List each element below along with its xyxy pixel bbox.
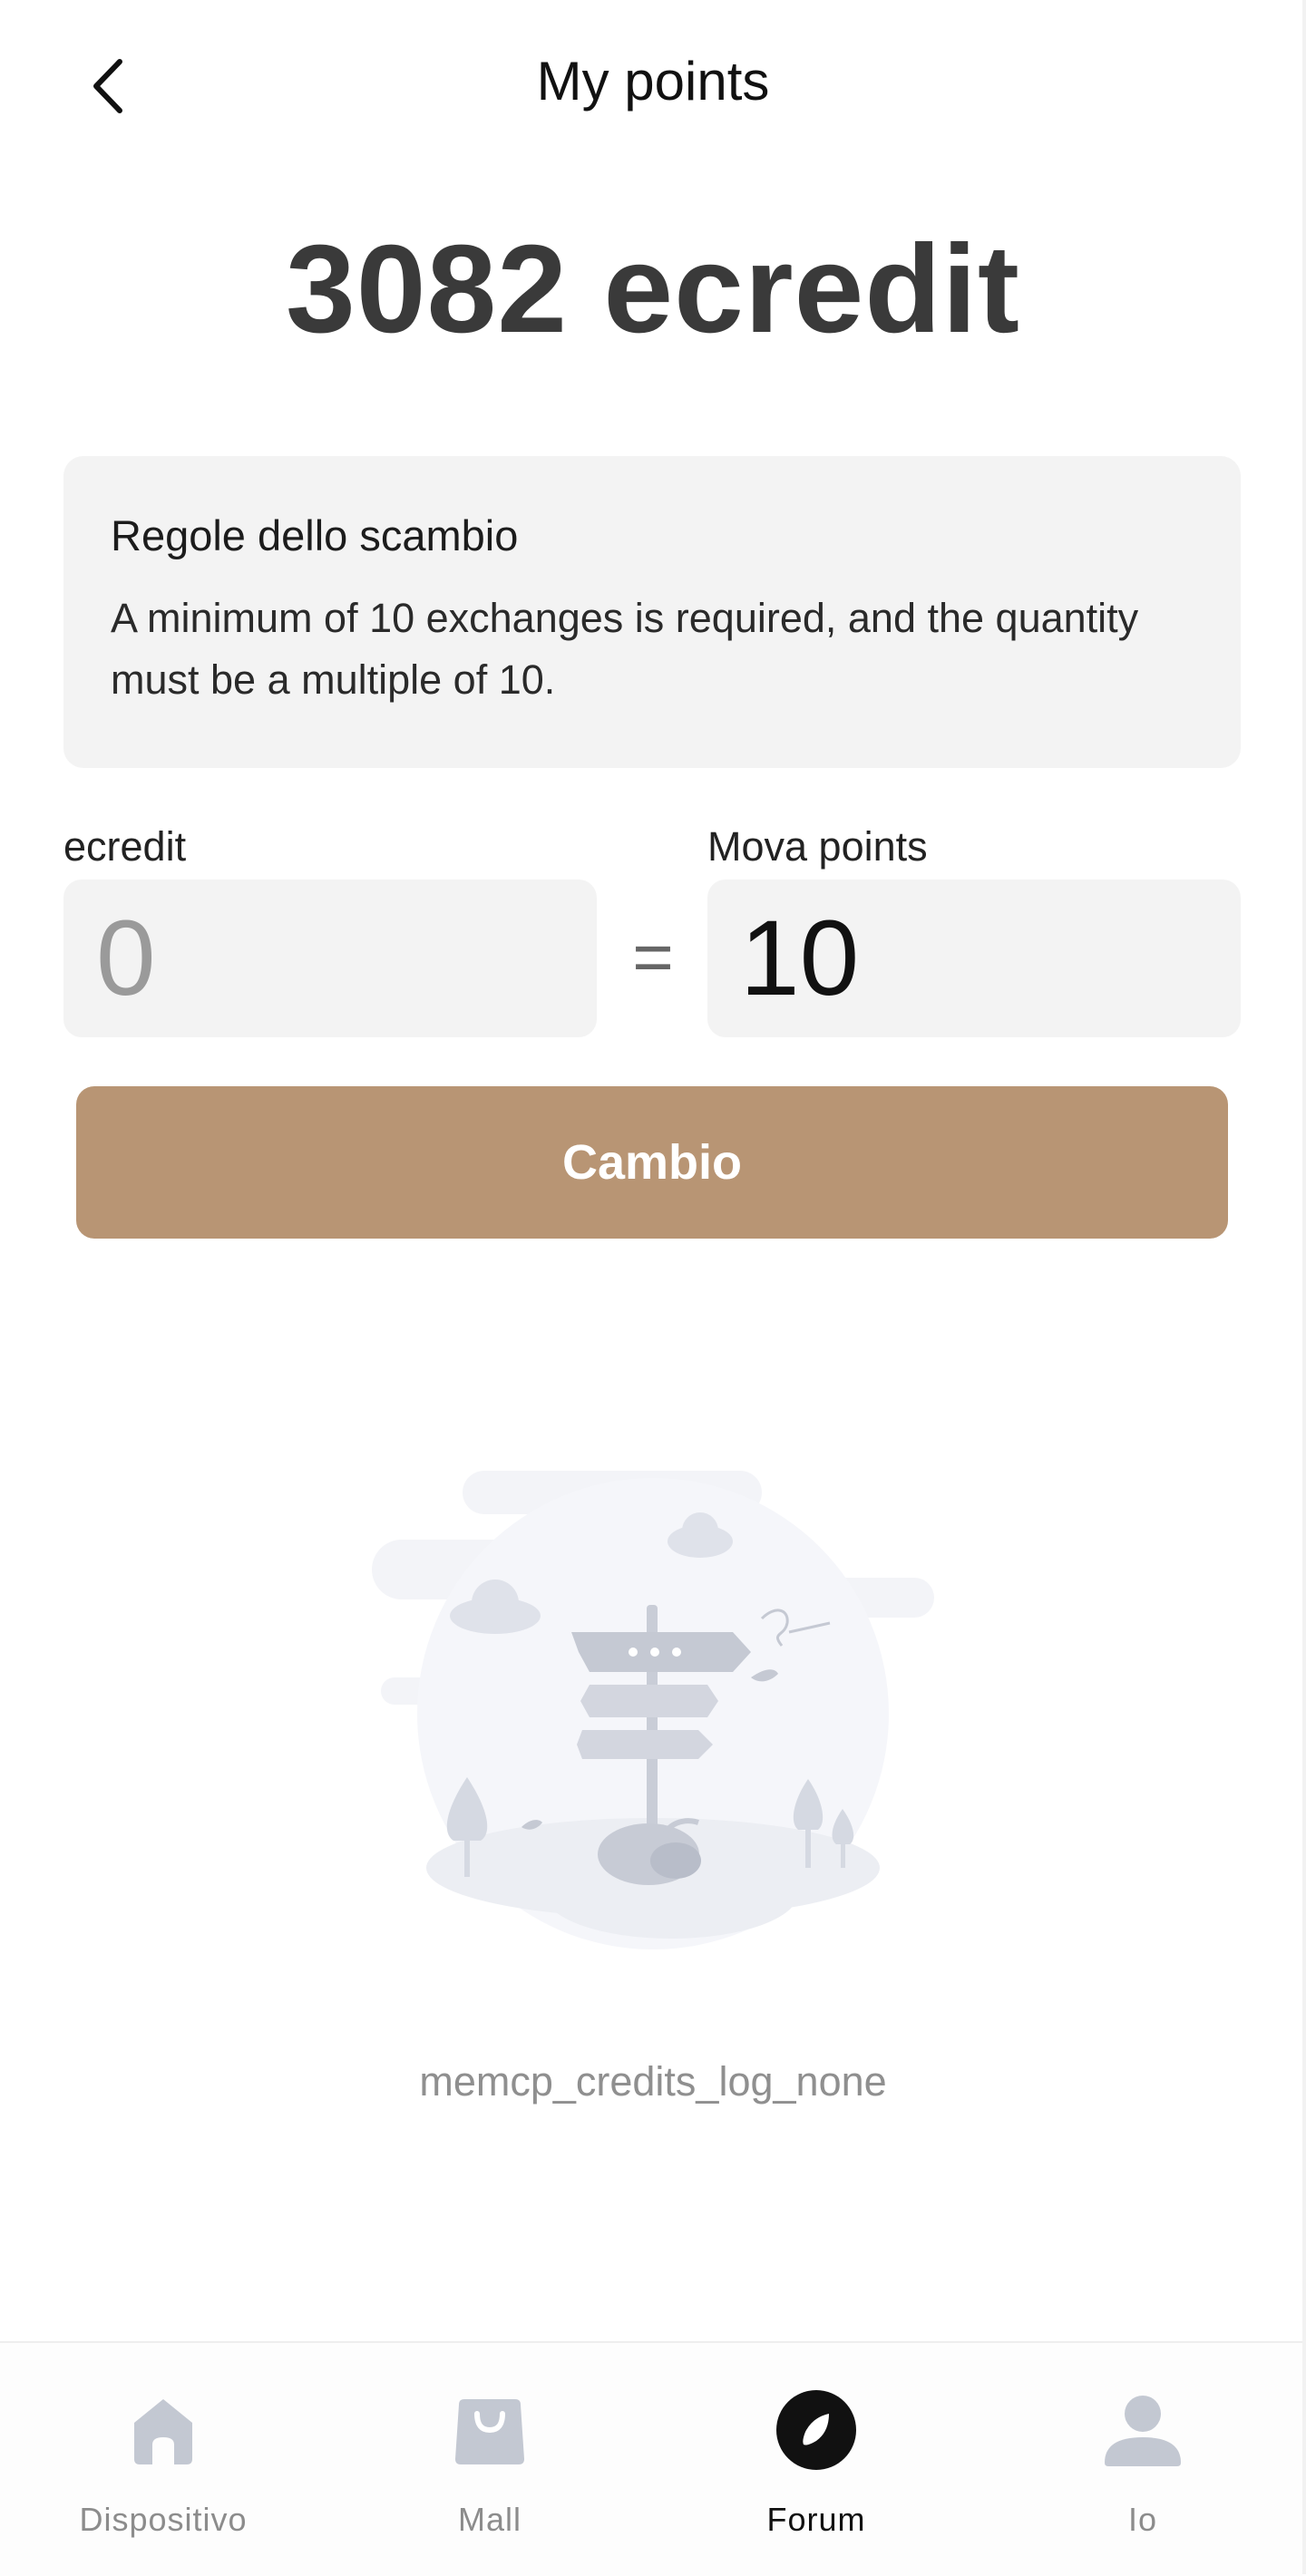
user-icon: [1103, 2390, 1183, 2470]
nav-label: Dispositivo: [79, 2501, 248, 2538]
bottom-nav: Dispositivo Mall Forum Io: [0, 2341, 1302, 2576]
compass-icon: [776, 2390, 856, 2470]
shopping-bag-icon: [450, 2390, 530, 2470]
ecredit-label: ecredit: [63, 823, 187, 870]
header: My points: [0, 0, 1306, 172]
nav-item-dispositivo[interactable]: Dispositivo: [27, 2343, 299, 2576]
exchange-button[interactable]: Cambio: [76, 1086, 1228, 1239]
rules-text: A minimum of 10 exchanges is required, a…: [111, 595, 1139, 703]
mova-points-field: 10: [707, 880, 1241, 1037]
nav-label: Forum: [766, 2501, 866, 2538]
nav-label: Mall: [457, 2501, 521, 2538]
equals-sign: =: [632, 917, 674, 996]
nav-label: Io: [1127, 2501, 1158, 2538]
nav-item-mall[interactable]: Mall: [354, 2343, 626, 2576]
home-icon: [123, 2390, 203, 2470]
mova-points-label: Mova points: [707, 823, 928, 870]
exchange-rules-card: Regole dello scambio A minimum of 10 exc…: [63, 456, 1241, 768]
nav-item-io[interactable]: Io: [1007, 2343, 1279, 2576]
rules-title: Regole dello scambio: [111, 511, 519, 559]
ecredit-input-box[interactable]: [63, 880, 597, 1037]
screen-edge: [1302, 0, 1306, 2574]
mova-points-value: 10: [740, 899, 860, 1018]
points-balance: 3082 ecredit: [286, 219, 1020, 359]
ecredit-input[interactable]: [96, 897, 597, 1020]
signpost-empty-illustration: [372, 1471, 934, 1949]
nav-item-forum[interactable]: Forum: [680, 2343, 952, 2576]
empty-state-text: memcp_credits_log_none: [419, 2058, 887, 2105]
page-title: My points: [536, 51, 770, 112]
